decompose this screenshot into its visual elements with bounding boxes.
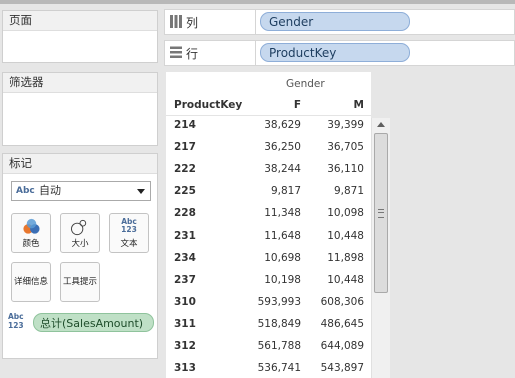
header-separator (166, 115, 371, 116)
cell-f[interactable]: 561,788 (258, 340, 301, 352)
columns-label: 列 (186, 16, 199, 30)
cell-f[interactable]: 10,198 (264, 274, 301, 286)
cell-f[interactable]: 10,698 (264, 252, 301, 264)
sales-amount-pill[interactable]: 总计(SalesAmount) (33, 313, 154, 332)
size-label: 大小 (71, 239, 89, 249)
top-border (0, 0, 515, 4)
detail-label: 详细信息 (13, 277, 48, 287)
columns-shelf[interactable]: 列 Gender (164, 9, 515, 35)
cell-f[interactable]: 38,629 (264, 119, 301, 131)
cell-m[interactable]: 644,089 (321, 340, 364, 352)
cell-f[interactable]: 9,817 (271, 185, 301, 197)
filters-title: 筛选器 (3, 73, 157, 93)
product-key-pill[interactable]: ProductKey (260, 43, 410, 62)
cell-m[interactable]: 11,898 (327, 252, 364, 264)
row-key[interactable]: 234 (174, 252, 196, 264)
cell-m[interactable]: 36,705 (327, 141, 364, 153)
row-key[interactable]: 311 (174, 318, 196, 330)
row-key[interactable]: 231 (174, 230, 196, 242)
cell-m[interactable]: 10,448 (327, 274, 364, 286)
tooltip-label: 工具提示 (62, 277, 97, 287)
cell-f[interactable]: 536,741 (258, 362, 301, 374)
column-header-m[interactable]: M (354, 99, 364, 111)
cell-m[interactable]: 39,399 (327, 119, 364, 131)
pages-card[interactable]: 页面 (2, 10, 158, 63)
cell-f[interactable]: 11,348 (264, 207, 301, 219)
scrollbar-thumb[interactable] (374, 133, 388, 293)
row-key[interactable]: 312 (174, 340, 196, 352)
row-key[interactable]: 222 (174, 163, 196, 175)
text-button[interactable]: Abc 123 文本 (109, 213, 149, 253)
cell-m[interactable]: 36,110 (327, 163, 364, 175)
color-label: 颜色 (22, 239, 40, 249)
cell-f[interactable]: 38,244 (264, 163, 301, 175)
row-key[interactable]: 214 (174, 119, 196, 131)
row-key[interactable]: 217 (174, 141, 196, 153)
size-icon (70, 219, 87, 236)
text-mark-icon-abc: Abc (8, 312, 24, 321)
text-mark-icon: Abc 123 (8, 312, 28, 330)
column-group-header[interactable]: Gender (286, 78, 325, 90)
detail-button[interactable]: 详细信息 (11, 262, 51, 302)
filters-card[interactable]: 筛选器 (2, 72, 158, 146)
text-mark-icon-123: 123 (8, 321, 24, 330)
row-key[interactable]: 313 (174, 362, 196, 374)
mark-type-value: 自动 (39, 184, 61, 197)
row-key[interactable]: 225 (174, 185, 196, 197)
text-icon-123: 123 (121, 225, 137, 234)
cell-m[interactable]: 486,645 (321, 318, 364, 330)
column-header-f[interactable]: F (294, 99, 301, 111)
cell-f[interactable]: 518,849 (258, 318, 301, 330)
marks-card: 标记 Abc 自动 颜色 大小 Abc 123 文本 详细信息 工具提示 Abc… (2, 153, 158, 359)
mark-type-dropdown[interactable]: Abc 自动 (11, 181, 151, 201)
cell-f[interactable]: 593,993 (258, 296, 301, 308)
columns-icon (170, 15, 182, 28)
text-icon: Abc 123 (110, 217, 148, 238)
size-button[interactable]: 大小 (60, 213, 100, 253)
cell-m[interactable]: 9,871 (334, 185, 364, 197)
row-header[interactable]: ProductKey (174, 99, 242, 111)
marks-title: 标记 (3, 154, 157, 174)
cell-f[interactable]: 36,250 (264, 141, 301, 153)
grip-icon (378, 209, 384, 218)
color-icon (23, 218, 40, 234)
rows-shelf[interactable]: 行 ProductKey (164, 40, 515, 66)
tooltip-button[interactable]: 工具提示 (60, 262, 100, 302)
rows-icon (170, 46, 182, 58)
cell-m[interactable]: 608,306 (321, 296, 364, 308)
cell-f[interactable]: 11,648 (264, 230, 301, 242)
columns-divider (255, 10, 256, 34)
row-key[interactable]: 228 (174, 207, 196, 219)
chevron-down-icon[interactable] (137, 189, 145, 194)
rows-label: 行 (186, 47, 199, 61)
cell-m[interactable]: 543,897 (321, 362, 364, 374)
gender-pill[interactable]: Gender (260, 12, 410, 31)
color-button[interactable]: 颜色 (11, 213, 51, 253)
cell-m[interactable]: 10,098 (327, 207, 364, 219)
vertical-scrollbar[interactable] (371, 118, 390, 378)
pages-title: 页面 (3, 11, 157, 31)
row-key[interactable]: 310 (174, 296, 196, 308)
text-label: 文本 (120, 239, 138, 249)
cell-m[interactable]: 10,448 (327, 230, 364, 242)
row-key[interactable]: 237 (174, 274, 196, 286)
rows-divider (255, 41, 256, 65)
mark-type-icon: Abc (16, 186, 35, 196)
crosstab-view[interactable]: Gender ProductKey F M 214 38,629 39,399 217… (166, 72, 371, 378)
scroll-up-icon[interactable] (377, 122, 385, 127)
